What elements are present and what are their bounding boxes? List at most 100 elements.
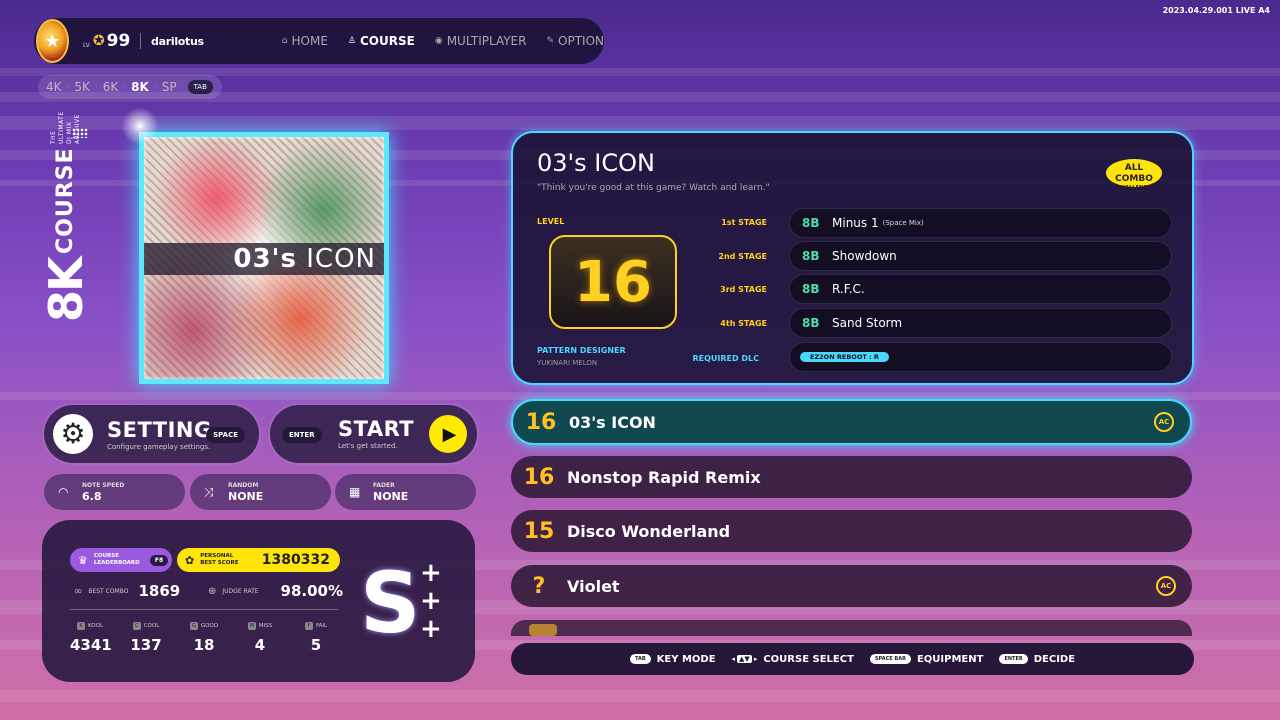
album-text-bold: 03's [233,244,297,274]
trophy-icon: ♛ [78,553,88,567]
course-level: 15 [523,518,555,544]
course-level: 16 [525,409,557,435]
keymode-6k[interactable]: 6K [103,80,119,94]
cool-label: COOL [143,623,160,629]
main-nav: ⌂ HOME ♙ COURSE ◉ MULTIPLAYER ✎ OPTION [282,34,604,48]
course-name: 03's ICON [569,412,656,432]
course-level: 16 [523,464,555,490]
stage-label: 4th STAGE [720,319,767,328]
stage-button-mode: 8B [802,249,820,263]
course-detail-panel: 03's ICON "Think you're good at this gam… [511,131,1194,385]
stage-song: R.F.C. [832,282,865,296]
nav-multiplayer[interactable]: ◉ MULTIPLAYER [435,34,527,48]
home-icon: ⌂ [281,36,288,46]
best-combo-label: BEST COMBO [88,587,129,595]
setting-subtitle: Configure gameplay settings. [107,442,211,451]
space-key-hint: SPACE [206,427,245,443]
link-icon: ∞ [74,585,83,597]
required-dlc: EZ2ON REBOOT : R [789,342,1172,372]
arrow-keys-icon: ◂ ▲▼ ▸ [731,655,758,663]
album-art-text: 03's ICON [144,243,384,275]
stage-song: Sand Storm [832,316,903,330]
course-list-item[interactable]: 16 Nonstop Rapid Remix [511,456,1192,498]
fail-value: 5 [310,636,322,654]
note-speed-option[interactable]: ◠ NOTE SPEED 6.8 [44,474,185,510]
kool-value: 4341 [70,636,112,654]
enter-key-icon: ENTER [999,654,1028,664]
version-label: 2023.04.29.001 LIVE A4 [1162,6,1270,15]
course-list-item-partial[interactable] [511,620,1192,636]
judge-cool: C COOL 137 [126,622,166,654]
key-mode-selector: 4K · 5K · 6K · 8K · SP TAB [38,75,222,99]
best-combo-row: ∞ BEST COMBO 1869 [74,582,180,600]
shuffle-icon: ⤨ [204,484,214,499]
stage-song-sub: (Space Mix) [882,219,924,227]
badge-line1: ALL COMBO [1115,163,1153,184]
judge-rate-value: 98.00% [280,582,344,600]
hint-label: DECIDE [1033,653,1076,665]
top-bar: ★ LV. ✪ 99 darilotus ⌂ HOME ♙ COURSE ◉ MULT… [34,18,604,64]
start-title: START [338,417,415,441]
fader-option[interactable]: ▦ FADER NONE [335,474,476,510]
stage-label: 1st STAGE [721,218,767,227]
pattern-designer-name: YUKINARI MELON [537,359,598,367]
course-list-item[interactable]: 16 03's ICON AC [511,399,1192,445]
course-list-item[interactable]: ? Violet AC [511,565,1192,607]
player-level: 99 [106,31,131,51]
stage-1: 8B Minus 1 (Space Mix) [789,208,1172,238]
keymode-sp[interactable]: SP [162,80,177,94]
stage-button-mode: 8B [802,316,820,330]
leaderboard-button[interactable]: ♛ COURSE LEADERBOARD F8 [70,548,172,572]
hint-decide: ENTER DECIDE [999,654,1075,665]
grade-plus-icon: + [420,614,442,644]
tab-key-icon: TAB [629,654,651,664]
album-text-light: ICON [306,244,376,274]
avatar[interactable]: ★ [36,19,69,63]
username: darilotus [151,34,204,48]
hint-label: KEY MODE [656,653,716,665]
random-option[interactable]: ⤨ RANDOM NONE [190,474,331,510]
judge-good: G GOOD 18 [184,622,224,654]
level-label: LV. [82,41,91,49]
course-quote: "Think you're good at this game? Watch a… [537,183,770,193]
pattern-designer-label: PATTERN DESIGNER [537,346,626,355]
random-value: NONE [228,489,264,503]
spacebar-key-icon: SPACE BAR [869,654,911,664]
grade-plus-icon: + [420,558,442,588]
keymode-8k[interactable]: 8K [131,80,149,94]
miss-label: MISS [258,623,273,629]
nav-course-label: COURSE [360,34,415,48]
start-button[interactable]: ENTER START Let's get started. ▶ [270,405,477,463]
stage-song: Minus 1 [832,216,879,230]
course-name: Nonstop Rapid Remix [567,467,761,487]
stage-button-mode: 8B [802,216,820,230]
note-speed-value: 6.8 [82,489,102,503]
note-speed-label: NOTE SPEED [82,481,125,489]
setting-button[interactable]: ⚙ SETTING Configure gameplay settings. S… [44,405,259,463]
nav-option[interactable]: ✎ OPTION [546,34,604,48]
all-combo-challenge-badge: ALL COMBO CHALLENGE [1106,159,1162,191]
random-label: RANDOM [228,481,259,489]
keymode-5k[interactable]: 5K [74,80,90,94]
keymode-4k[interactable]: 4K [46,80,62,94]
sparkle-decoration [118,104,162,148]
wrench-icon: ✎ [546,36,555,46]
nav-course[interactable]: ♙ COURSE [348,34,415,48]
judge-rate-row: ⊕ JUDGE RATE 98.00% [208,582,343,600]
fader-label: FADER [373,481,395,489]
judge-kool: K KOOL 4341 [70,622,112,654]
judge-rate-label: JUDGE RATE [222,587,259,595]
nav-option-label: OPTION [558,34,604,48]
stage-2: 8B Showdown [789,241,1172,271]
stage-label: 3rd STAGE [720,285,767,294]
tab-key-hint: TAB [187,80,213,94]
person-icon: ♙ [347,36,356,46]
crosshair-icon: ⊕ [208,585,217,597]
course-list-item[interactable]: 15 Disco Wonderland [511,510,1192,552]
nav-home[interactable]: ⌂ HOME [282,34,328,48]
personal-best: ✿ PERSONAL BEST SCORE 1380332 [177,548,340,572]
stage-label: 2nd STAGE [718,252,767,261]
play-icon: ▶ [429,415,467,453]
enter-key-hint: ENTER [282,427,322,443]
speedometer-icon: ◠ [58,485,69,499]
